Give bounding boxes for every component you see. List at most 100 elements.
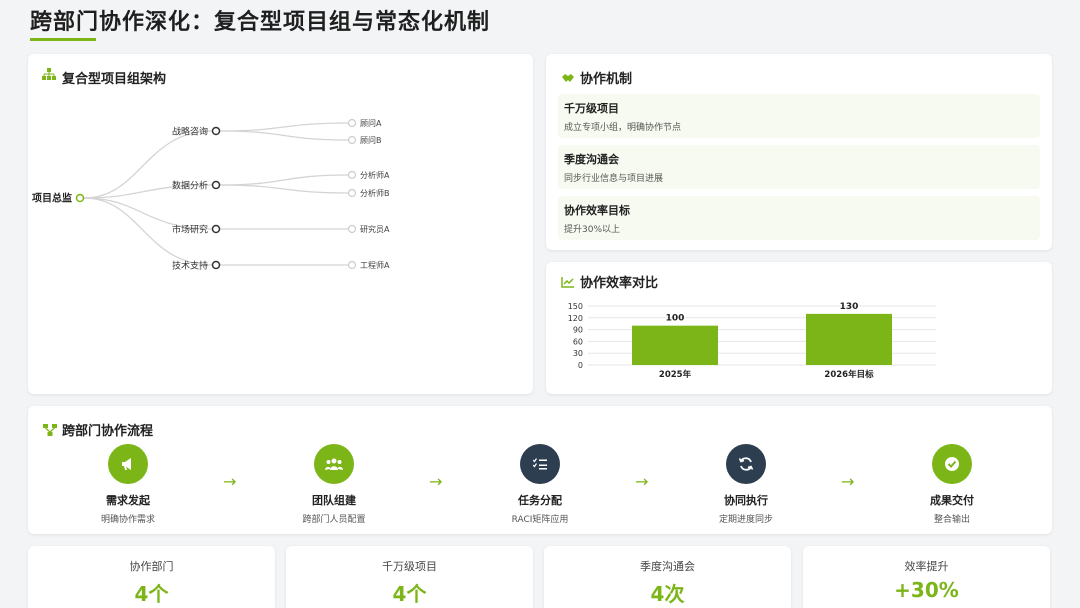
mechanism-item-desc: 同步行业信息与项目进展	[564, 174, 664, 184]
stat-card: 季度沟通会 4次	[544, 546, 791, 608]
chart-x-tick: 2026年目标	[824, 369, 874, 380]
stat-label: 季度沟通会	[640, 560, 695, 573]
chart-y-tick: 90	[573, 326, 583, 335]
org-leaf-node	[347, 170, 357, 180]
org-leaf-label: 分析师A	[360, 170, 390, 180]
mechanism-item-desc: 成立专项小组，明确协作节点	[564, 123, 682, 133]
bar-chart: 0 30 60 90 120 150 100 2025年 130 2026年目标	[568, 302, 936, 380]
chart-y-tick: 120	[568, 314, 583, 323]
stat-value: 4个	[134, 582, 169, 606]
team-icon	[314, 444, 354, 484]
mechanism-item-title: 协作效率目标	[564, 204, 630, 217]
mechanism-heading: 协作机制	[560, 68, 632, 87]
flow-step-label: 协同执行	[724, 494, 768, 507]
mechanism-item: 季度沟通会 同步行业信息与项目进展	[558, 145, 1040, 189]
org-branch-node	[211, 126, 221, 136]
flow-step-label: 需求发起	[106, 494, 150, 507]
stat-label: 千万级项目	[382, 560, 437, 573]
flow-arrow-icon: →	[635, 472, 649, 491]
chart-x-tick: 2025年	[659, 369, 692, 380]
org-leaf-node	[347, 224, 357, 234]
org-link	[219, 130, 349, 141]
hierarchy-icon	[42, 68, 58, 86]
flow-card: 跨部门协作流程 需求发起 明确协作需求 → 团队组建 跨部门人员配置 → 任务分…	[28, 406, 1052, 534]
stat-card: 协作部门 4个	[28, 546, 275, 608]
stat-value: +30%	[894, 578, 959, 602]
mechanism-item-title: 千万级项目	[564, 102, 619, 115]
org-branch-label: 技术支持	[172, 260, 208, 272]
stat-value: 4个	[392, 582, 427, 606]
sync-icon	[726, 444, 766, 484]
check-badge-icon	[932, 444, 972, 484]
org-root-node	[75, 193, 85, 203]
mechanism-item-title: 季度沟通会	[564, 153, 619, 166]
flow-step-assign: 任务分配 RACI矩阵应用	[480, 444, 600, 525]
org-chart: 项目总监 战略咨询 顾问A 顾问B 数据分析 分析师A 分析师B 市场研究 研究员A 技术支持 工程…	[32, 118, 390, 272]
flow-step-desc: 跨部门人员配置	[302, 515, 366, 525]
org-leaf-label: 顾问B	[360, 136, 382, 145]
flow-step-desc: 定期进度同步	[718, 515, 773, 525]
title-underline	[30, 38, 96, 41]
handshake-icon	[560, 70, 576, 86]
org-leaf-label: 顾问A	[360, 119, 382, 128]
org-chart-card: 项目总监 战略咨询 顾问A 顾问B 数据分析 分析师A 分析师B 市场研究 研究员A 技术支持 工程…	[28, 54, 533, 394]
stat-card: 千万级项目 4个	[286, 546, 533, 608]
org-link	[83, 197, 213, 230]
chart-y-tick: 60	[573, 337, 583, 346]
flow-step-deliver: 成果交付 整合输出	[892, 444, 1012, 525]
stat-label: 协作部门	[129, 560, 174, 573]
task-list-icon	[520, 444, 560, 484]
org-link	[219, 174, 349, 186]
org-leaf-node	[347, 118, 357, 128]
mechanism-item: 协作效率目标 提升30%以上	[558, 196, 1040, 240]
org-link	[219, 122, 349, 132]
flow-step-desc: RACI矩阵应用	[511, 515, 569, 525]
mechanism-item: 千万级项目 成立专项小组，明确协作节点	[558, 94, 1040, 138]
org-leaf-label: 工程师A	[360, 260, 390, 270]
org-leaf-node	[347, 188, 357, 198]
flow-step-label: 任务分配	[518, 494, 562, 507]
org-root-label: 项目总监	[32, 192, 72, 205]
org-heading: 复合型项目组架构	[42, 68, 166, 87]
org-branch-label: 数据分析	[172, 180, 208, 192]
org-branch-node	[211, 260, 221, 270]
stat-card: 效率提升 +30%	[803, 546, 1050, 608]
org-branch-label: 战略咨询	[172, 126, 208, 138]
flow-icon	[42, 422, 58, 438]
chart-y-tick: 30	[573, 349, 583, 358]
chart-bar	[806, 313, 892, 365]
chart-y-tick: 0	[578, 361, 583, 370]
flow-step-label: 成果交付	[930, 494, 974, 507]
page-title: 跨部门协作深化：复合型项目组与常态化机制	[30, 10, 491, 35]
mechanism-card: 协作机制 千万级项目 成立专项小组，明确协作节点 季度沟通会 同步行业信息与项目…	[546, 54, 1052, 250]
chart-bar	[632, 325, 718, 365]
flow-arrow-icon: →	[841, 472, 855, 491]
flow-arrow-icon: →	[429, 472, 443, 491]
flow-step-team: 团队组建 跨部门人员配置	[274, 444, 394, 525]
org-leaf-label: 分析师B	[360, 188, 390, 198]
org-branch-label: 市场研究	[172, 224, 208, 236]
org-heading-label: 复合型项目组架构	[62, 72, 167, 87]
flow-step-desc: 明确协作需求	[100, 515, 155, 525]
flow-heading-label: 跨部门协作流程	[62, 424, 154, 439]
flow-step-execute: 协同执行 定期进度同步	[686, 444, 806, 525]
org-link	[219, 184, 349, 194]
chart-y-tick: 150	[568, 302, 583, 311]
mechanism-item-desc: 提升30%以上	[564, 225, 621, 235]
flow-step-desc: 整合输出	[933, 515, 970, 525]
flow-arrow-icon: →	[223, 472, 237, 491]
flow-heading: 跨部门协作流程	[42, 420, 153, 439]
org-branch-node	[211, 224, 221, 234]
flow-step-label: 团队组建	[312, 494, 356, 507]
stat-label: 效率提升	[904, 560, 949, 573]
efficiency-chart-card: 协作效率对比 0 30 60 90 120 150 100 2025年 130 2026年目标	[546, 262, 1052, 394]
org-branch-node	[211, 180, 221, 190]
stat-value: 4次	[650, 582, 685, 606]
mechanism-heading-label: 协作机制	[580, 72, 633, 87]
org-leaf-label: 研究员A	[360, 224, 390, 234]
chart-data-label: 130	[840, 302, 859, 312]
flow-step-request: 需求发起 明确协作需求	[68, 444, 188, 525]
org-leaf-node	[347, 260, 357, 270]
megaphone-icon	[108, 444, 148, 484]
chart-data-label: 100	[666, 314, 685, 324]
